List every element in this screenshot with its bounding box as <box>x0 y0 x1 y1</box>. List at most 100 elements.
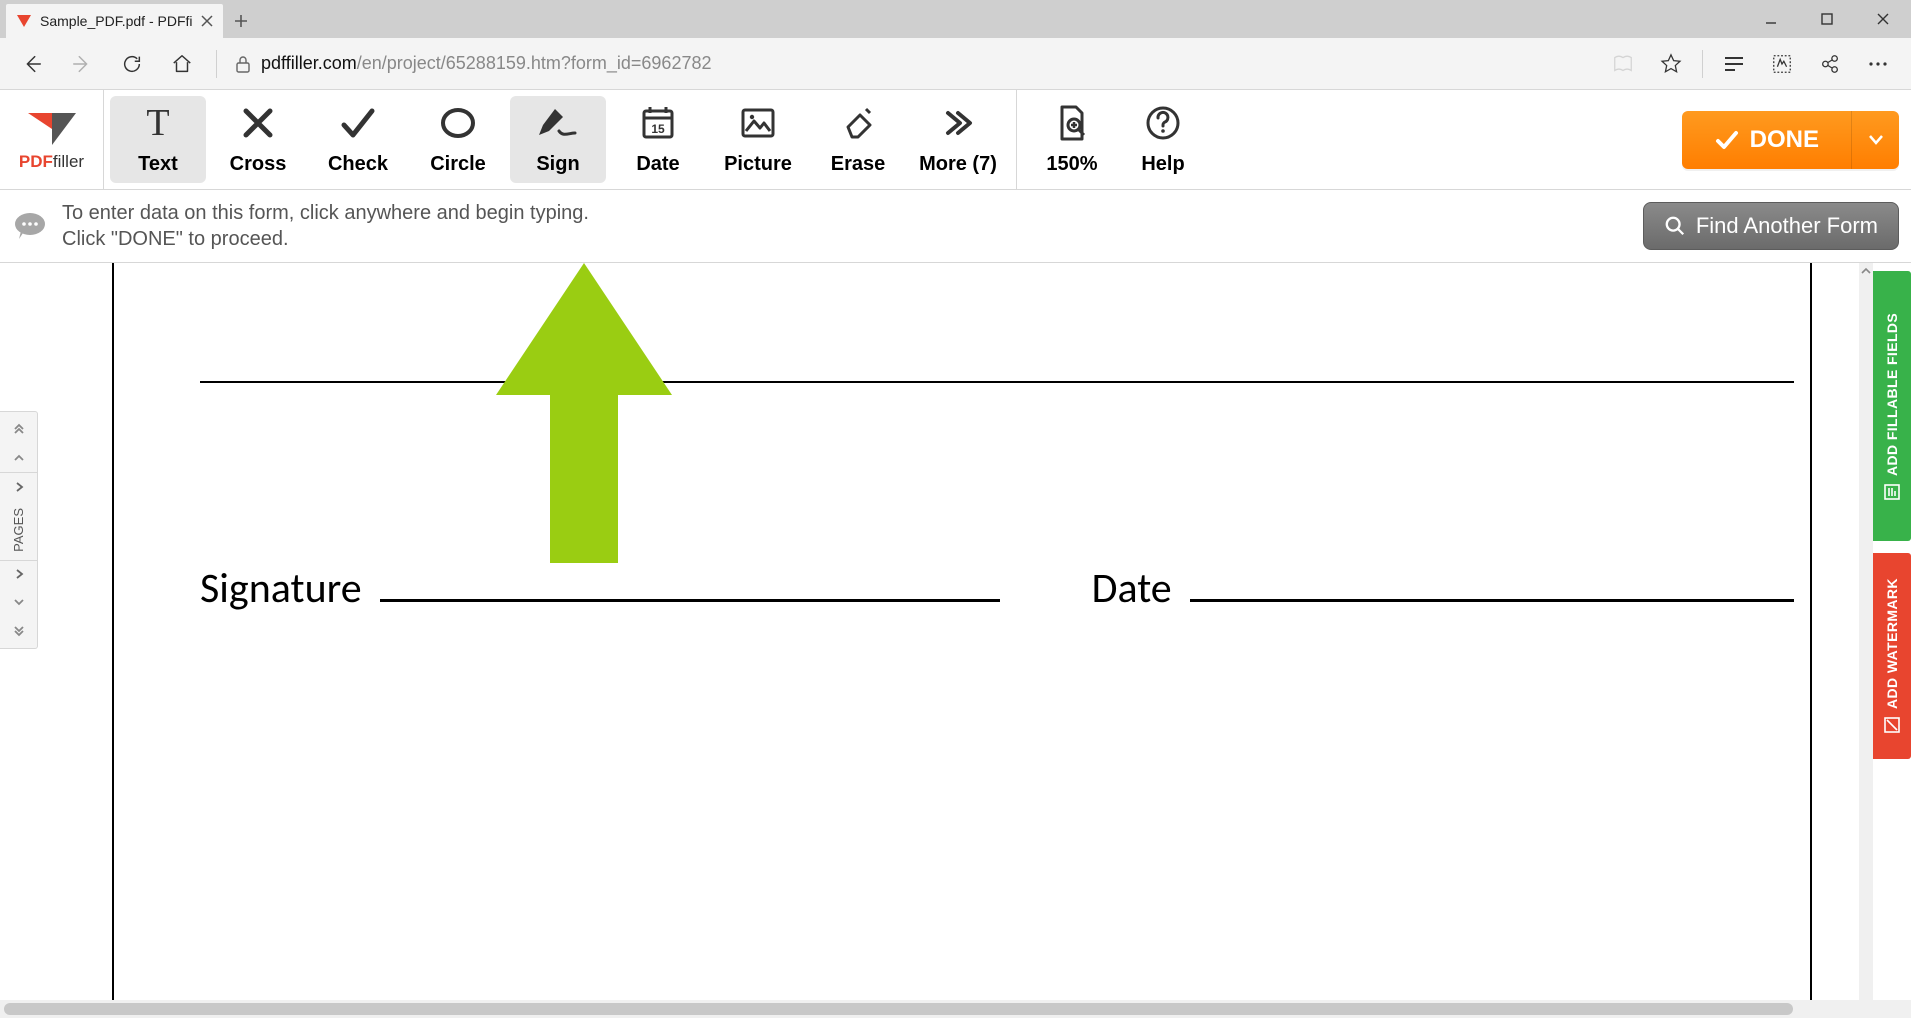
help-label: Help <box>1141 153 1184 176</box>
date-line[interactable] <box>1190 599 1794 602</box>
add-watermark-tab[interactable]: ADD WATERMARK <box>1873 553 1911 759</box>
toolbar-separator <box>1016 90 1017 189</box>
pages-last-icon[interactable] <box>0 616 37 644</box>
pages-next-icon[interactable] <box>0 588 37 616</box>
pages-prev-icon[interactable] <box>0 444 37 472</box>
pdffiller-mark-icon <box>24 109 80 149</box>
info-bar: To enter data on this form, click anywhe… <box>0 190 1911 263</box>
chat-bubble-icon <box>12 208 48 244</box>
nav-home-icon[interactable] <box>160 42 204 86</box>
horizontal-scrollbar[interactable] <box>0 1000 1911 1018</box>
lock-icon <box>235 55 251 73</box>
maximize-icon[interactable] <box>1799 0 1855 38</box>
info-line1: To enter data on this form, click anywhe… <box>62 200 589 226</box>
fillable-label: ADD FILLABLE FIELDS <box>1884 312 1900 475</box>
nav-back-icon[interactable] <box>10 42 54 86</box>
svg-text:T: T <box>146 103 169 143</box>
tool-picture[interactable]: Picture <box>710 96 806 183</box>
pages-navigator[interactable]: PAGES <box>0 411 38 649</box>
more-menu-icon[interactable] <box>1855 42 1901 86</box>
vertical-scrollbar[interactable] <box>1859 263 1873 1000</box>
tool-label: Circle <box>430 153 486 176</box>
date-label: Date <box>1092 563 1172 614</box>
browser-tab[interactable]: Sample_PDF.pdf - PDFfi <box>6 4 223 38</box>
pages-label: PAGES <box>11 502 26 558</box>
close-window-icon[interactable] <box>1855 0 1911 38</box>
zoom-document-icon <box>1052 103 1092 143</box>
find-another-form-button[interactable]: Find Another Form <box>1643 202 1899 250</box>
document-surface[interactable]: Signature Date <box>40 263 1867 1000</box>
find-another-form-label: Find Another Form <box>1696 213 1878 239</box>
tool-group-view: 150% Help <box>1021 90 1211 189</box>
tool-label: Picture <box>724 153 792 176</box>
check-icon <box>338 103 378 143</box>
notes-icon[interactable] <box>1759 42 1805 86</box>
zoom-label: 150% <box>1046 153 1097 176</box>
tool-label: Cross <box>230 153 287 176</box>
more-icon <box>938 103 978 143</box>
tool-label: More (7) <box>919 153 997 176</box>
document-page[interactable]: Signature Date <box>112 263 1812 1000</box>
url-host: pdffiller.com <box>261 53 357 73</box>
zoom-button[interactable]: 150% <box>1027 96 1117 183</box>
signature-label: Signature <box>200 563 362 614</box>
info-line2: Click "DONE" to proceed. <box>62 226 589 252</box>
favorite-star-icon[interactable] <box>1648 42 1694 86</box>
search-icon <box>1664 215 1686 237</box>
tab-close-icon[interactable] <box>201 15 213 27</box>
add-fillable-fields-tab[interactable]: ADD FILLABLE FIELDS <box>1873 271 1911 541</box>
scroll-up-icon[interactable] <box>1859 263 1873 279</box>
circle-icon <box>438 103 478 143</box>
hub-icon[interactable] <box>1711 42 1757 86</box>
workspace: Signature Date PAGES ADD FI <box>0 263 1911 1000</box>
right-side-tabs: ADD FILLABLE FIELDS ADD WATERMARK <box>1873 271 1911 759</box>
pdffiller-favicon-icon <box>16 13 32 29</box>
tool-circle[interactable]: Circle <box>410 96 506 183</box>
cross-icon <box>238 103 278 143</box>
done-check-icon <box>1714 127 1740 153</box>
pages-first-icon[interactable] <box>0 416 37 444</box>
url-field[interactable]: pdffiller.com/en/project/65288159.htm?fo… <box>229 53 1594 74</box>
done-dropdown[interactable] <box>1851 111 1899 169</box>
picture-icon <box>738 103 778 143</box>
tool-label: Date <box>636 153 679 176</box>
tool-erase[interactable]: Erase <box>810 96 906 183</box>
new-tab-button[interactable] <box>223 4 259 38</box>
signature-line[interactable] <box>380 599 1000 602</box>
tool-cross[interactable]: Cross <box>210 96 306 183</box>
reading-view-icon[interactable] <box>1600 42 1646 86</box>
nav-forward-icon[interactable] <box>60 42 104 86</box>
tool-label: Check <box>328 153 388 176</box>
tab-title: Sample_PDF.pdf - PDFfi <box>40 13 193 29</box>
tool-more[interactable]: More (7) <box>910 96 1006 183</box>
erase-icon <box>838 103 878 143</box>
chevron-right-icon[interactable] <box>0 560 37 588</box>
svg-text:15: 15 <box>651 122 665 136</box>
browser-tabstrip: Sample_PDF.pdf - PDFfi <box>0 0 1911 38</box>
tool-date[interactable]: 15 Date <box>610 96 706 183</box>
help-button[interactable]: Help <box>1121 96 1205 183</box>
addressbar-separator <box>216 50 217 78</box>
app-toolbar: PDFfiller T Text Cross Check Circle Sign <box>0 90 1911 190</box>
tool-group-annotate: T Text Cross Check Circle Sign <box>104 90 1012 189</box>
tool-check[interactable]: Check <box>310 96 406 183</box>
chevron-right-icon[interactable] <box>0 472 37 500</box>
nav-refresh-icon[interactable] <box>110 42 154 86</box>
addressbar-separator-2 <box>1702 50 1703 78</box>
pdffiller-logo-text: PDFfiller <box>19 153 84 170</box>
help-icon <box>1143 103 1183 143</box>
sign-icon <box>535 103 581 143</box>
done-button[interactable]: DONE <box>1682 111 1899 169</box>
pdffiller-logo[interactable]: PDFfiller <box>0 90 104 189</box>
date-icon: 15 <box>638 103 678 143</box>
tool-sign[interactable]: Sign <box>510 96 606 183</box>
share-icon[interactable] <box>1807 42 1853 86</box>
tool-label: Erase <box>831 153 886 176</box>
minimize-icon[interactable] <box>1743 0 1799 38</box>
window-controls <box>1743 0 1911 38</box>
browser-addressbar: pdffiller.com/en/project/65288159.htm?fo… <box>0 38 1911 90</box>
info-message: To enter data on this form, click anywhe… <box>12 200 589 252</box>
chevron-down-icon <box>1869 135 1883 145</box>
tool-text[interactable]: T Text <box>110 96 206 183</box>
scrollbar-thumb[interactable] <box>4 1003 1793 1015</box>
